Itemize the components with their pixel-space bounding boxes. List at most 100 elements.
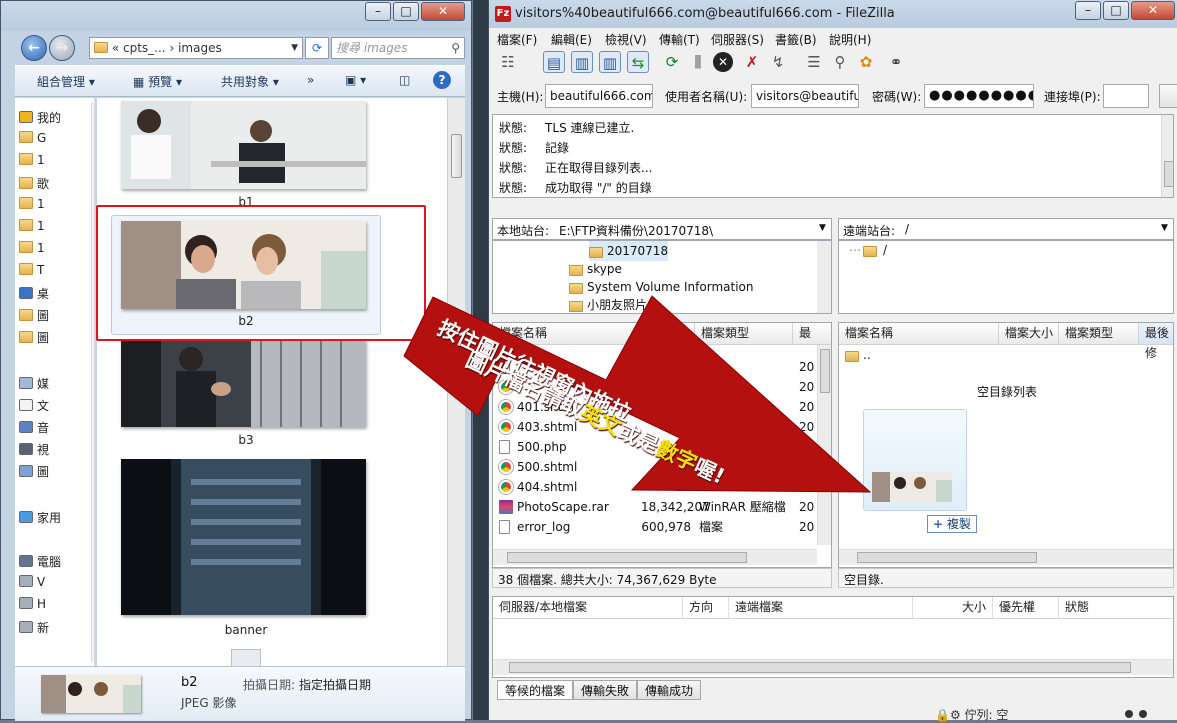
cancel-icon[interactable]: ✕ — [713, 52, 733, 72]
disconnect-icon[interactable]: ✗ — [741, 51, 763, 73]
remote-list-hthumb[interactable] — [857, 552, 1037, 563]
nav-item[interactable]: 視 — [19, 441, 49, 461]
log-scrollbar[interactable] — [1161, 115, 1173, 197]
quickconnect-button[interactable] — [1159, 84, 1177, 108]
details-date-value[interactable]: 指定拍攝日期 — [299, 676, 371, 693]
nav-item[interactable]: 圖 — [19, 307, 49, 327]
remote-col-type[interactable]: 檔案類型 — [1059, 323, 1139, 345]
menu-item[interactable]: 檔案(F) — [497, 31, 537, 48]
help-icon[interactable]: ? — [433, 71, 451, 89]
nav-item[interactable]: 圖 — [19, 463, 49, 483]
queue-col-size[interactable]: 大小 — [913, 597, 993, 619]
file-name-banner[interactable]: banner — [166, 623, 326, 637]
organize-button[interactable]: 組合管理 ▾ — [37, 73, 95, 90]
forward-button[interactable]: → — [49, 35, 75, 61]
preview-pane-icon[interactable]: ◫ — [399, 73, 410, 87]
menu-item[interactable]: 書籤(B) — [775, 31, 817, 48]
address-input[interactable]: « cpts_... › images ▼ — [89, 37, 303, 59]
local-col-name[interactable]: 檔案名稱 — [493, 323, 641, 345]
local-tree-item[interactable]: skype — [569, 259, 622, 279]
local-col-size[interactable]: 檔案大小 — [641, 323, 695, 360]
nav-item[interactable]: 1 — [19, 241, 45, 261]
chevron-down-icon[interactable]: ▼ — [1161, 223, 1168, 233]
log-scroll-thumb[interactable] — [1164, 161, 1173, 187]
queue-col-file[interactable]: 伺服器/本地檔案 — [493, 597, 683, 619]
nav-item[interactable]: 1 — [19, 197, 45, 217]
queue-col-status[interactable]: 狀態 — [1059, 597, 1173, 619]
remote-col-date[interactable]: 最後修 — [1139, 323, 1173, 360]
local-list-vthumb[interactable] — [820, 349, 830, 393]
local-tree-item[interactable]: 20170718 — [589, 241, 669, 261]
toggle-log-icon[interactable]: ▤ — [543, 51, 565, 73]
local-tree-item[interactable]: System Volume Information — [569, 277, 753, 297]
share-button[interactable]: 共用對象 ▾ — [221, 73, 279, 90]
address-current[interactable]: images — [178, 41, 222, 55]
scroll-thumb[interactable] — [451, 134, 462, 178]
close-button[interactable]: ✕ — [421, 2, 465, 21]
local-col-type[interactable]: 檔案類型 — [695, 323, 793, 345]
nav-item[interactable]: 文 — [19, 397, 49, 417]
local-tree-item[interactable]: 小朋友照片 — [569, 295, 647, 313]
nav-item[interactable]: 圖 — [19, 329, 49, 349]
remote-tree-root[interactable]: / — [883, 243, 887, 257]
nav-item[interactable]: 音 — [19, 419, 49, 439]
queue-hscroll[interactable] — [493, 659, 1173, 675]
menu-item[interactable]: 檢視(V) — [605, 31, 647, 48]
address-parent[interactable]: cpts_... — [123, 41, 166, 55]
nav-item[interactable]: H — [19, 597, 46, 617]
nav-item[interactable]: 桌 — [19, 285, 49, 305]
port-input[interactable] — [1103, 84, 1149, 108]
chevron-down-icon[interactable]: ▼ — [819, 223, 826, 233]
password-input[interactable]: ●●●●●●●●● — [924, 84, 1034, 108]
nav-item[interactable]: 媒 — [19, 375, 49, 395]
menu-item[interactable]: 伺服器(S) — [711, 31, 764, 48]
remote-col-size[interactable]: 檔案大小 — [999, 323, 1059, 345]
file-name-b3[interactable]: b3 — [166, 433, 326, 447]
local-col-date[interactable]: 最 — [793, 323, 831, 345]
nav-item[interactable]: 1 — [19, 153, 45, 173]
view-options-icon[interactable]: ▣ ▾ — [345, 73, 366, 87]
host-input[interactable]: beautiful666.com — [545, 84, 653, 108]
thumbnail-b1[interactable] — [121, 101, 371, 189]
menu-item[interactable]: 傳輸(T) — [659, 31, 700, 48]
queue-tab[interactable]: 傳輸失敗 — [573, 680, 638, 700]
queue-col-priority[interactable]: 優先權 — [993, 597, 1059, 619]
site-manager-icon[interactable]: ☷ — [497, 51, 519, 73]
queue-col-remote[interactable]: 遠端檔案 — [729, 597, 913, 619]
back-button[interactable]: ← — [21, 35, 47, 61]
nav-item[interactable]: 歌 — [19, 175, 49, 195]
search-remote-icon[interactable]: ⚭ — [885, 51, 907, 73]
thumbnail-b3[interactable] — [121, 339, 366, 427]
remote-list-hscroll[interactable] — [839, 549, 1173, 565]
toggle-local-tree-icon[interactable]: ▥ — [571, 51, 593, 73]
fz-maximize-button[interactable]: □ — [1103, 1, 1129, 20]
refresh-icon[interactable]: ⟳ — [661, 51, 683, 73]
fz-close-button[interactable]: ✕ — [1131, 1, 1175, 20]
nav-item[interactable]: V — [19, 575, 45, 595]
filter-icon[interactable]: ☰ — [803, 51, 825, 73]
minimize-button[interactable]: – — [365, 2, 391, 21]
nav-item[interactable]: 家用 — [19, 509, 61, 529]
menu-item[interactable]: 編輯(E) — [551, 31, 592, 48]
content-scrollbar[interactable] — [447, 98, 465, 666]
nav-item[interactable]: 我的 — [19, 109, 61, 129]
toggle-remote-tree-icon[interactable]: ▥ — [599, 51, 621, 73]
local-tree-scrollbar[interactable] — [817, 241, 831, 313]
fz-minimize-button[interactable]: – — [1075, 1, 1101, 20]
process-queue-icon[interactable]: ⫼ — [687, 51, 709, 73]
local-list-hscroll[interactable] — [493, 549, 817, 565]
remote-path-input[interactable]: / — [905, 222, 909, 236]
local-path-input[interactable]: E:\FTP資料備份\20170718\ — [559, 222, 713, 239]
nav-item[interactable]: 新 — [19, 619, 49, 639]
refresh-icon[interactable]: ⟳ — [305, 37, 329, 59]
search-input[interactable]: 搜尋 images ⚲ — [331, 37, 465, 59]
reconnect-icon[interactable]: ↯ — [767, 51, 789, 73]
thumbnail-banner[interactable] — [121, 459, 366, 615]
queue-tab[interactable]: 傳輸成功 — [637, 680, 702, 700]
sync-browse-icon[interactable]: ✿ — [855, 51, 877, 73]
preview-button[interactable]: ▦ 預覽 ▾ — [133, 73, 182, 90]
toggle-queue-icon[interactable]: ⇆ — [627, 51, 649, 73]
more-button[interactable]: » — [307, 73, 314, 87]
queue-tab[interactable]: 等候的檔案 — [497, 680, 574, 700]
remote-parent-dir[interactable]: .. — [863, 348, 871, 362]
